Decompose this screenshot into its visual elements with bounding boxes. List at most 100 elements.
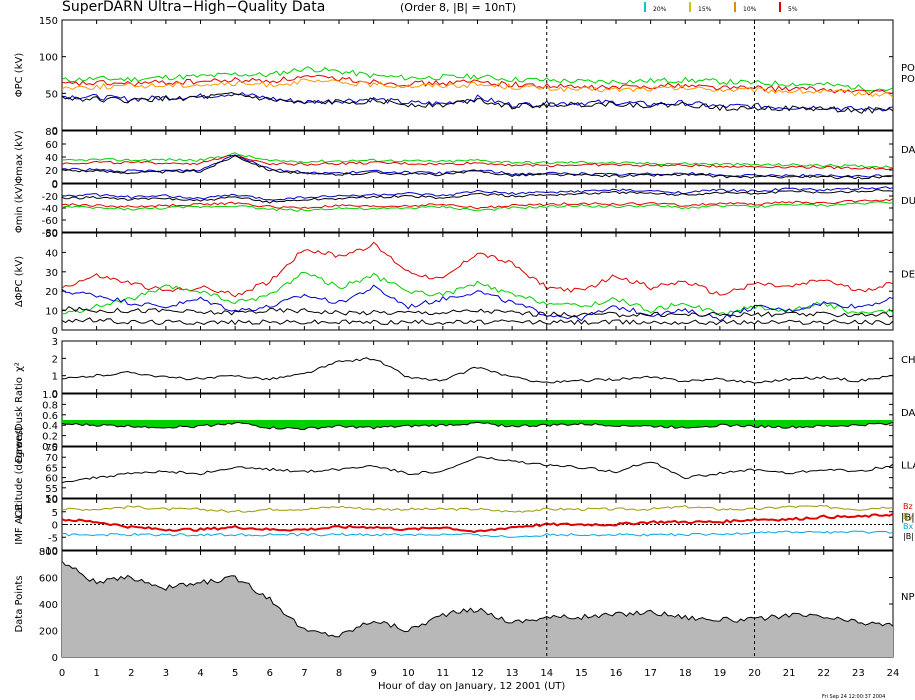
y-tick-label: -40 — [42, 204, 58, 215]
x-tick-label: 6 — [267, 668, 273, 679]
y-tick-label: 10 — [45, 307, 58, 318]
x-tick-label: 19 — [714, 668, 727, 679]
x-tick-label: 2 — [128, 668, 134, 679]
right-label: DU — [901, 196, 915, 207]
right-label: CH — [901, 355, 915, 366]
imf-label: By — [903, 512, 913, 521]
y-tick-label: 150 — [39, 16, 58, 27]
series-line — [62, 154, 893, 178]
y-tick-label: 200 — [39, 627, 58, 638]
y-tick-label: 10 — [45, 495, 58, 506]
panel-frame — [61, 340, 894, 394]
y-tick-label: 800 — [39, 547, 58, 558]
y-tick-label: 80 — [45, 127, 58, 138]
legend-label: 5% — [788, 6, 798, 13]
y-tick-label: 75 — [45, 443, 58, 454]
y-tick-label: 0.8 — [42, 400, 58, 411]
y-tick-label: 0 — [52, 521, 58, 532]
x-tick-label: 14 — [540, 668, 553, 679]
y-tick-label: 100 — [39, 53, 58, 64]
x-tick-label: 3 — [163, 668, 169, 679]
footer-timestamp: Fri Sep 24 12:00:37 2004 — [822, 694, 885, 700]
y-tick-label: -20 — [42, 192, 58, 203]
y-axis-label: Data Points — [14, 575, 25, 632]
y-axis-label: IMF ACE — [14, 504, 25, 544]
imf-label: |B| — [903, 532, 914, 541]
ratio-fill — [62, 420, 893, 430]
top-legend: 20% 15% 10% 5% — [644, 2, 798, 13]
legend-label: 20% — [653, 6, 667, 13]
x-tick-label: 7 — [301, 668, 307, 679]
right-label: NP — [901, 592, 915, 603]
y-tick-label: 30 — [45, 268, 58, 279]
imf-label: Bx — [903, 522, 913, 531]
y-tick-label: 40 — [45, 153, 58, 164]
legend-label: 15% — [698, 6, 712, 13]
y-tick-label: 0.2 — [42, 432, 58, 443]
panel-chi2: 0123χ²CH — [14, 337, 915, 400]
x-tick-label: 12 — [471, 668, 484, 679]
panel-frame — [61, 446, 894, 499]
panel-imf: -10-50510IMF ACE |B|BzByBx|B| — [14, 495, 915, 557]
y-tick-label: 40 — [45, 248, 58, 259]
y-axis-label: χ² — [14, 362, 25, 372]
x-tick-label: 22 — [817, 668, 830, 679]
y-tick-label: 70 — [45, 453, 58, 464]
right-label: DAY — [901, 145, 915, 156]
y-tick-label: 3 — [52, 337, 58, 348]
x-tick-label: 23 — [852, 668, 865, 679]
y-tick-label: 50 — [45, 89, 58, 100]
series-line — [62, 512, 893, 534]
chart-svg: SuperDARN Ultra−High−Quality Data (Order… — [14, 0, 915, 700]
series-line — [62, 91, 893, 112]
y-tick-label: 60 — [45, 474, 58, 485]
x-tick-label: 9 — [370, 668, 376, 679]
imf-label: Bz — [903, 502, 913, 511]
x-axis: 0 1 2 3 4 5 6 7 8 9 10 11 12 13 14 15 16 17 18 19 20 21 22 23 24 — [59, 668, 900, 679]
series-line — [62, 152, 893, 169]
x-tick-label: 15 — [575, 668, 588, 679]
y-tick-label: 50 — [45, 229, 58, 240]
panel-phi-max: 0 20 40 60 80 Φmax (kV) DAY — [14, 127, 915, 190]
y-tick-label: 1.0 — [42, 390, 58, 401]
y-tick-label: 1 — [52, 372, 58, 383]
x-tick-label: 13 — [506, 668, 519, 679]
y-tick-label: 0 — [52, 653, 58, 664]
y-tick-label: 0.4 — [42, 421, 58, 432]
x-tick-label: 1 — [93, 668, 99, 679]
y-tick-label: -5 — [48, 533, 58, 544]
series-fill — [62, 561, 893, 657]
y-tick-label: 55 — [45, 484, 58, 495]
y-axis-label: Φmax (kV) — [14, 130, 25, 183]
x-tick-label: 8 — [336, 668, 342, 679]
superdarn-figure: { "title": "SuperDARN Ultra\u2212High\u2… — [0, 0, 915, 700]
y-tick-label: 0 — [52, 326, 58, 337]
x-tick-label: 11 — [437, 668, 450, 679]
x-tick-label: 18 — [679, 668, 692, 679]
right-label: PO — [901, 74, 915, 85]
right-label: LLA — [901, 461, 915, 472]
right-label: PO — [901, 63, 915, 74]
y-axis-label: ΔΦPC (kV) — [14, 256, 25, 307]
x-tick-label: 5 — [232, 668, 238, 679]
legend-label: 10% — [743, 6, 757, 13]
y-tick-label: 0 — [52, 180, 58, 191]
series-line — [62, 154, 893, 171]
series-line — [62, 456, 893, 484]
x-tick-label: 24 — [887, 668, 900, 679]
y-tick-label: 65 — [45, 463, 58, 474]
panel-phi-pc: 050100150ΦPC (kV) POPO — [14, 16, 915, 137]
y-tick-label: 60 — [45, 140, 58, 151]
series-line — [62, 284, 893, 322]
right-label: DE — [901, 270, 915, 281]
right-label: DAY — [901, 408, 915, 419]
x-tick-label: 0 — [59, 668, 65, 679]
panels-group: 050100150ΦPC (kV) POPO020406080Φmax (kV) D… — [14, 16, 915, 664]
series-line — [62, 189, 893, 204]
y-tick-label: 400 — [39, 600, 58, 611]
y-tick-label: 5 — [52, 508, 58, 519]
y-axis-label: ΦPC (kV) — [14, 53, 25, 98]
series-line — [62, 504, 893, 513]
y-axis-label: Φmin (kV) — [14, 183, 25, 233]
y-tick-label: 600 — [39, 574, 58, 585]
